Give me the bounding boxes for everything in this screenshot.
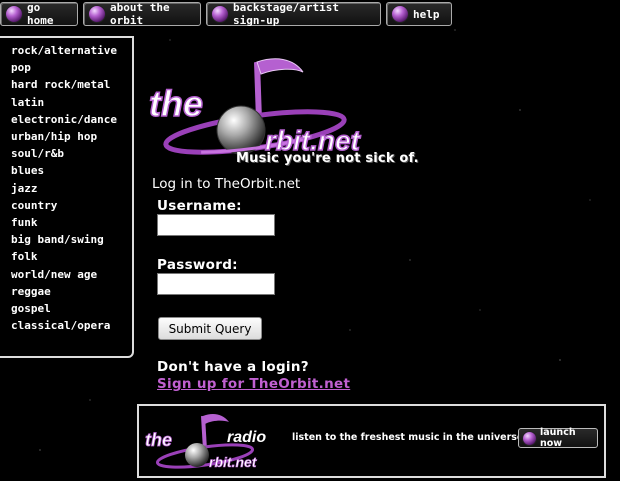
about-the-orbit-label: about the orbit [110, 1, 170, 27]
password-field[interactable] [157, 273, 275, 295]
password-label: Password: [157, 257, 238, 273]
genre-link[interactable]: country [11, 197, 132, 214]
orb-icon [88, 5, 106, 23]
signup-link[interactable]: Sign up for TheOrbit.net [157, 376, 350, 392]
genre-link[interactable]: blues [11, 162, 132, 179]
genre-sidebar: rock/alternative pop hard rock/metal latin e… [0, 36, 134, 358]
genre-link[interactable]: electronic/dance [11, 111, 132, 128]
about-the-orbit-button[interactable]: about the orbit [83, 1, 201, 27]
login-title: Log in to TheOrbit.net [152, 176, 301, 192]
genre-link[interactable]: world/new age [11, 266, 132, 283]
radio-tagline: listen to the freshest music in the univ… [292, 432, 524, 443]
radio-logo-orbit: rbit.net [209, 454, 258, 470]
logo-the-text: the [149, 83, 203, 124]
genre-list: rock/alternative pop hard rock/metal latin e… [0, 38, 132, 334]
username-label: Username: [157, 198, 242, 214]
genre-link[interactable]: rock/alternative [11, 42, 132, 59]
help-label: help [413, 7, 440, 21]
username-field[interactable] [157, 214, 275, 236]
tagline: Music you're not sick of. [236, 151, 419, 166]
go-home-button[interactable]: go home [0, 1, 78, 27]
backstage-signup-label: backstage/artist sign-up [233, 1, 339, 27]
backstage-signup-button[interactable]: backstage/artist sign-up [206, 1, 381, 27]
genre-link[interactable]: gospel [11, 300, 132, 317]
radio-logo-the: the [145, 430, 172, 450]
genre-link[interactable]: reggae [11, 283, 132, 300]
genre-link[interactable]: folk [11, 248, 132, 265]
radio-logo: the radio rbit.net [145, 414, 266, 470]
genre-link[interactable]: big band/swing [11, 231, 132, 248]
genre-link[interactable]: urban/hip hop [11, 128, 132, 145]
launch-now-button[interactable]: launch now [518, 427, 598, 449]
submit-query-button[interactable]: Submit Query [158, 317, 262, 340]
orb-icon [391, 5, 409, 23]
help-button[interactable]: help [386, 2, 452, 26]
genre-link[interactable]: soul/r&b [11, 145, 132, 162]
go-home-label: go home [27, 1, 54, 27]
genre-link[interactable]: latin [11, 94, 132, 111]
no-login-text: Don't have a login? [157, 359, 309, 375]
genre-link[interactable]: hard rock/metal [11, 76, 132, 93]
radio-banner: the radio rbit.net listen to the freshes… [137, 404, 606, 478]
orb-icon [5, 5, 23, 23]
genre-link[interactable]: classical/opera [11, 317, 132, 334]
genre-link[interactable]: jazz [11, 180, 132, 197]
radio-logo-radio: radio [227, 429, 266, 446]
launch-now-label: launch now [540, 427, 576, 449]
genre-link[interactable]: pop [11, 59, 132, 76]
orb-icon [211, 5, 229, 23]
orb-icon [522, 430, 537, 446]
genre-link[interactable]: funk [11, 214, 132, 231]
